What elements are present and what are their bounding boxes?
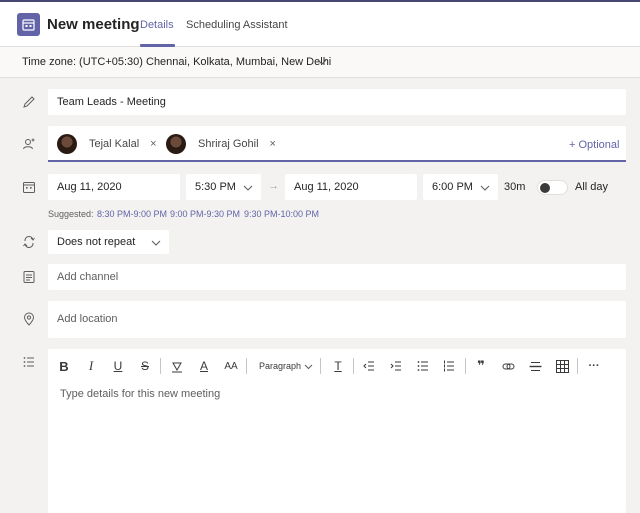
pencil-icon xyxy=(23,96,35,108)
suggested-slot[interactable]: 9:00 PM-9:30 PM xyxy=(170,209,240,219)
meeting-header: New meeting Details Scheduling Assistant xyxy=(0,2,640,47)
start-date-picker[interactable]: Aug 11, 2020 xyxy=(48,174,180,200)
chevron-down-icon[interactable] xyxy=(304,363,313,370)
attendees-focus-underline xyxy=(48,160,626,162)
channel-icon xyxy=(23,271,35,283)
location-input[interactable]: Add location xyxy=(48,301,626,338)
timezone-bar: Time zone: (UTC+05:30) Chennai, Kolkata,… xyxy=(0,47,640,78)
channel-input[interactable]: Add channel xyxy=(48,264,626,290)
attendee-name: Tejal Kalal xyxy=(89,138,140,150)
repeat-dropdown[interactable]: Does not repeat xyxy=(48,230,169,254)
suggested-label: Suggested: xyxy=(48,209,94,219)
numbered-list-icon[interactable] xyxy=(442,357,456,375)
all-day-label: All day xyxy=(575,181,609,193)
arrow-right-icon: → xyxy=(268,180,279,192)
remove-attendee-icon[interactable]: × xyxy=(270,138,276,150)
add-optional-attendee-link[interactable]: + Optional xyxy=(569,139,619,151)
meeting-title-input[interactable]: Team Leads - Meeting xyxy=(48,89,626,115)
details-list-icon xyxy=(23,357,34,367)
italic-button[interactable]: I xyxy=(84,357,98,375)
underline-button[interactable]: U xyxy=(111,357,125,375)
clear-formatting-button[interactable]: T xyxy=(331,357,345,375)
suggested-slot[interactable]: 8:30 PM-9:00 PM xyxy=(97,209,167,219)
location-pin-icon xyxy=(23,312,35,326)
calendar-icon xyxy=(23,182,35,193)
chevron-down-icon xyxy=(480,185,490,191)
font-size-button[interactable]: AA xyxy=(223,357,239,375)
increase-indent-icon[interactable] xyxy=(389,357,403,375)
repeat-icon xyxy=(23,236,35,248)
decrease-indent-icon[interactable] xyxy=(362,357,376,375)
duration-label: 30m xyxy=(504,181,526,193)
end-date-picker[interactable]: Aug 11, 2020 xyxy=(285,174,417,200)
toolbar-divider xyxy=(160,358,161,374)
highlight-icon[interactable] xyxy=(169,357,185,375)
font-color-button[interactable]: A xyxy=(197,357,211,375)
horizontal-rule-icon[interactable] xyxy=(528,357,542,375)
bulleted-list-icon[interactable] xyxy=(416,357,430,375)
remove-attendee-icon[interactable]: × xyxy=(150,138,156,150)
toolbar-divider xyxy=(465,358,466,374)
all-day-toggle[interactable] xyxy=(537,180,568,195)
strikethrough-button[interactable]: S xyxy=(138,357,152,375)
paragraph-dropdown[interactable]: Paragraph xyxy=(258,357,302,375)
suggested-slot[interactable]: 9:30 PM-10:00 PM xyxy=(244,209,319,219)
chevron-down-icon xyxy=(151,240,161,246)
quote-button[interactable]: ❞ xyxy=(474,357,488,375)
chevron-down-icon xyxy=(243,185,253,191)
table-icon[interactable] xyxy=(555,357,569,375)
calendar-app-icon xyxy=(17,13,40,36)
toolbar-divider xyxy=(320,358,321,374)
toolbar-divider xyxy=(577,358,578,374)
toggle-knob xyxy=(540,183,550,193)
link-icon[interactable] xyxy=(501,357,515,375)
tab-scheduling-assistant[interactable]: Scheduling Assistant xyxy=(186,19,288,31)
timezone-dropdown[interactable]: Time zone: (UTC+05:30) Chennai, Kolkata,… xyxy=(22,56,331,68)
bold-button[interactable]: B xyxy=(56,357,72,375)
start-time-dropdown[interactable]: 5:30 PM xyxy=(186,174,261,200)
chevron-down-icon[interactable] xyxy=(317,58,327,66)
more-options-button[interactable]: ··· xyxy=(585,357,603,375)
toolbar-divider xyxy=(353,358,354,374)
attendee-chip[interactable]: Shriraj Gohil × xyxy=(166,132,276,156)
attendee-name: Shriraj Gohil xyxy=(198,138,259,150)
avatar xyxy=(57,134,77,154)
page-title: New meeting xyxy=(47,16,140,33)
end-time-dropdown[interactable]: 6:00 PM xyxy=(423,174,498,200)
toolbar-divider xyxy=(246,358,247,374)
attendee-chip[interactable]: Tejal Kalal × xyxy=(57,132,157,156)
avatar xyxy=(166,134,186,154)
add-person-icon xyxy=(23,138,35,150)
tab-details[interactable]: Details xyxy=(140,19,174,31)
